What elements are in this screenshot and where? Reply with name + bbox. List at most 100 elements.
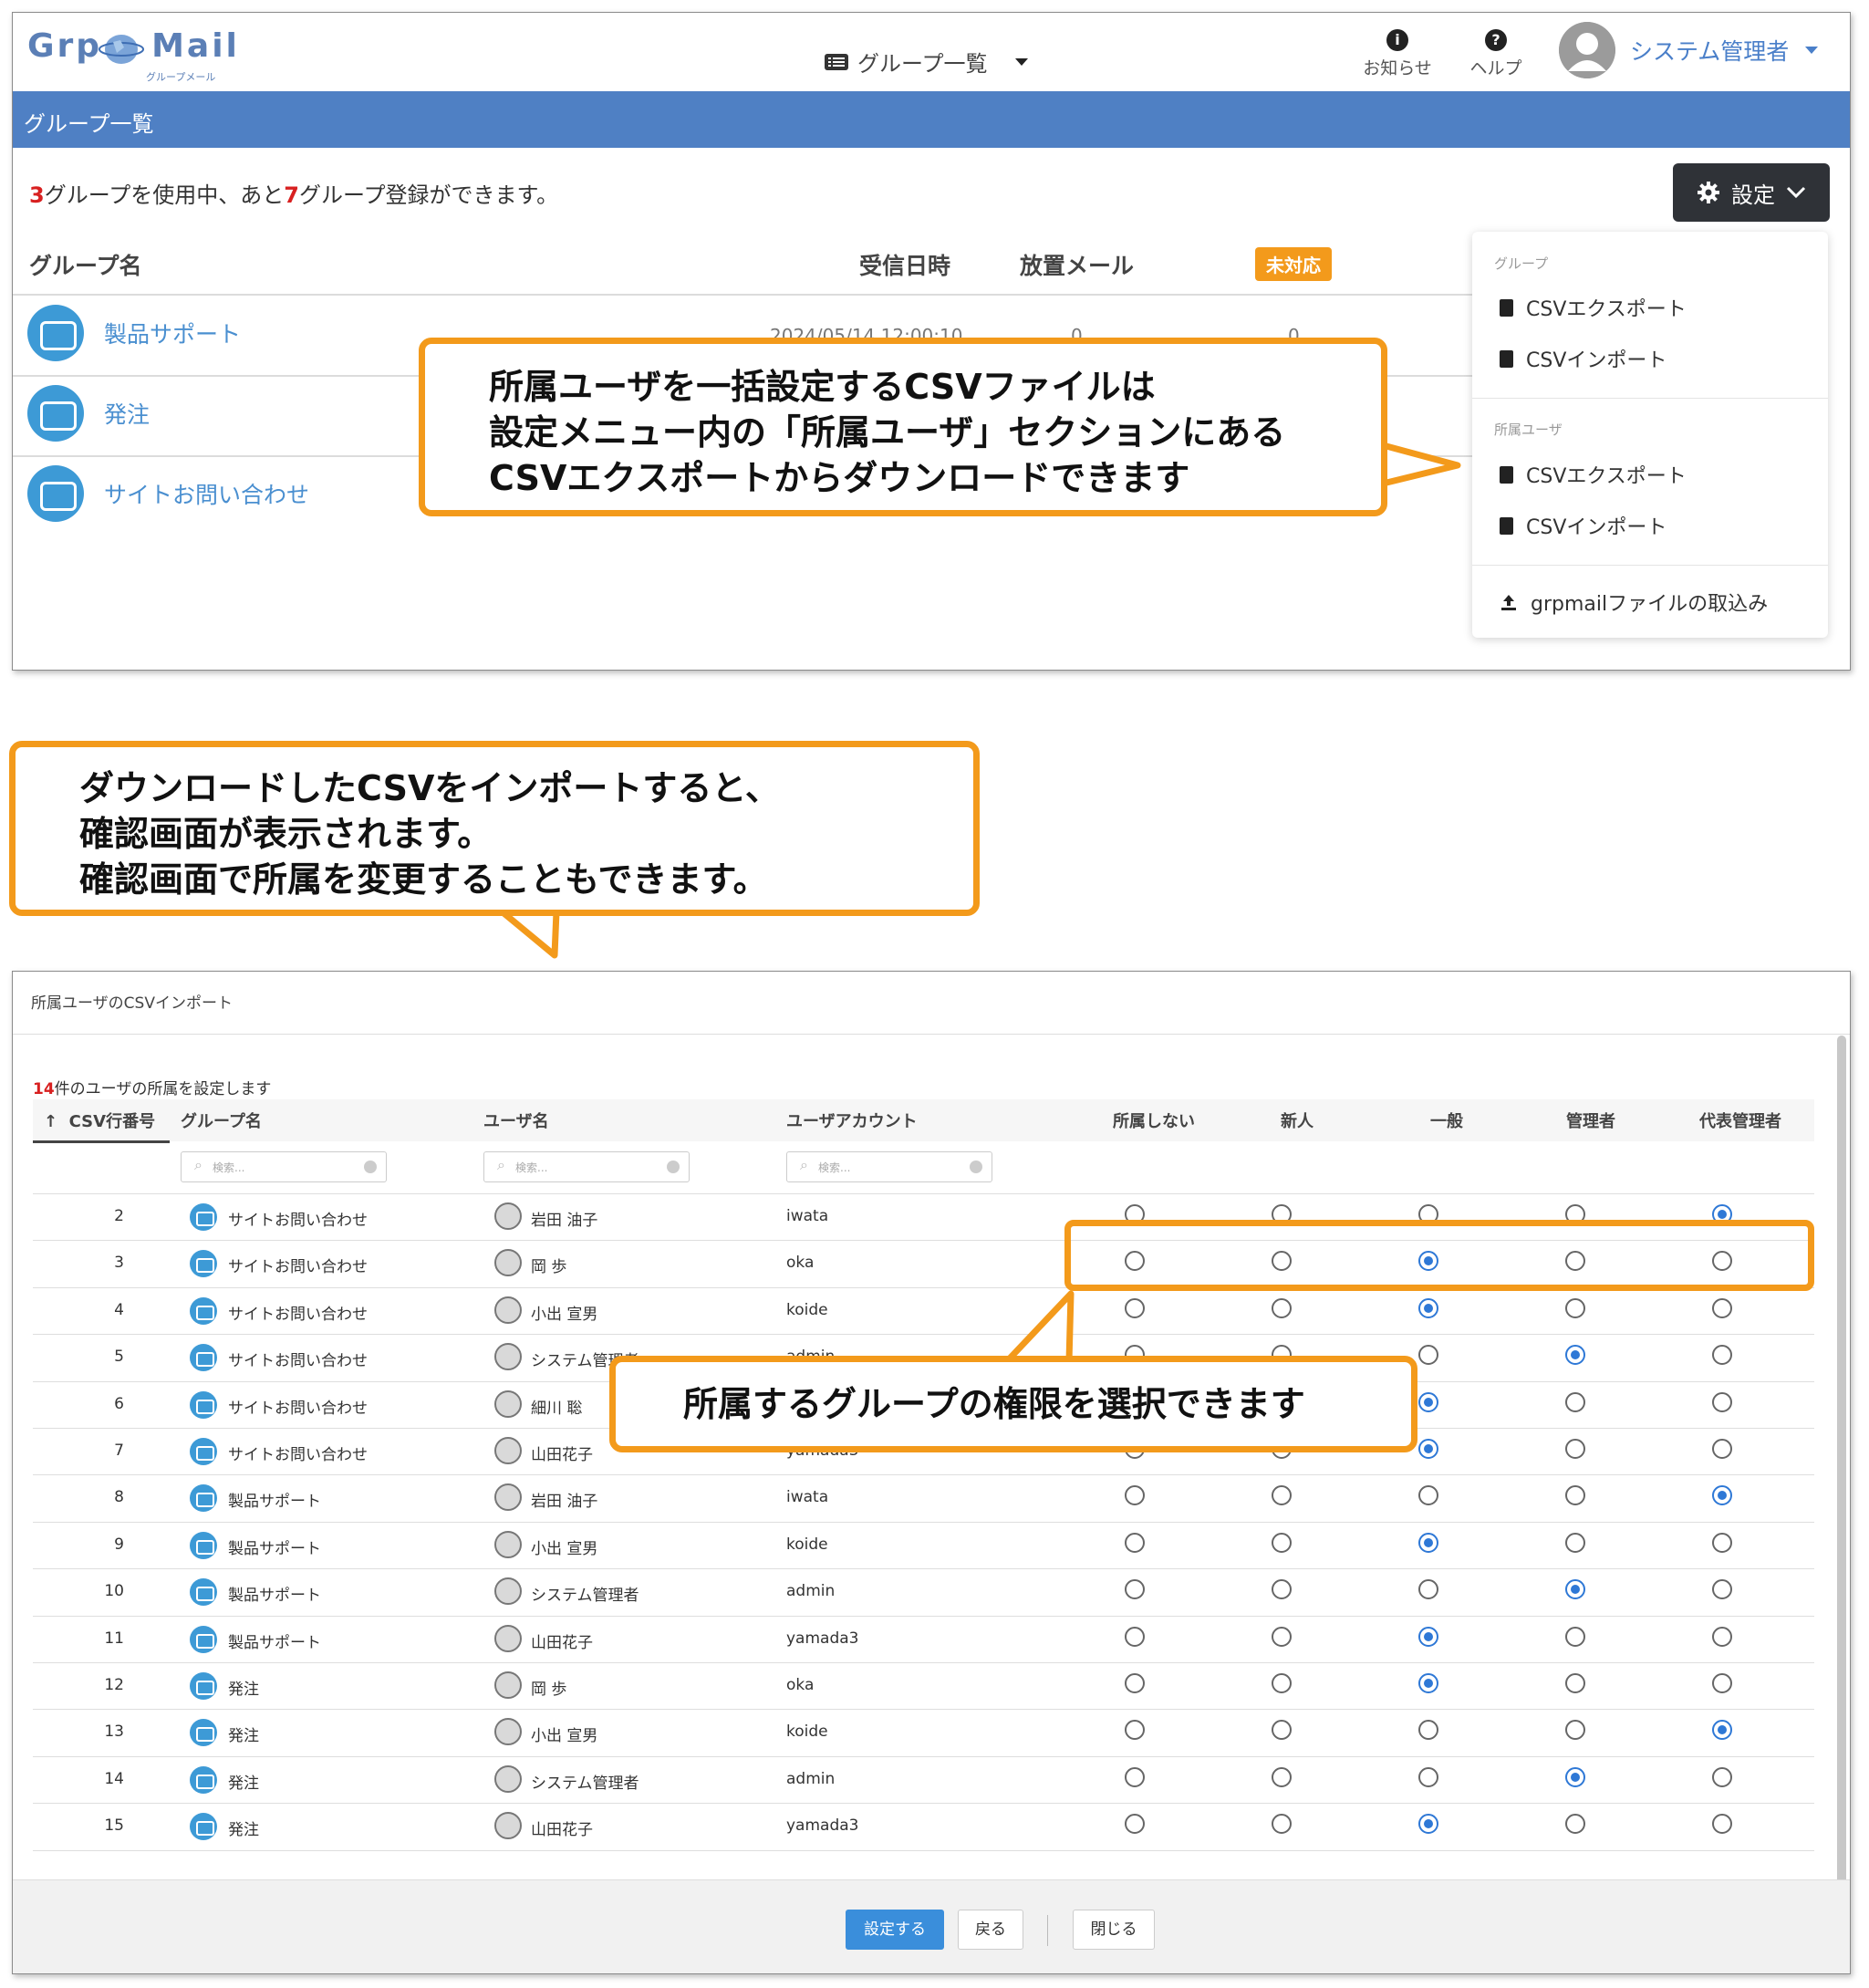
settings-button[interactable]: 設定	[1673, 163, 1830, 222]
role-radio[interactable]	[1418, 1814, 1438, 1835]
account-search-input[interactable]: 検索...	[786, 1151, 992, 1182]
role-radio[interactable]	[1125, 1720, 1145, 1741]
role-radio[interactable]	[1272, 1297, 1292, 1318]
role-radio[interactable]	[1272, 1720, 1292, 1741]
scrollbar[interactable]	[1837, 1036, 1846, 1884]
group-row[interactable]: 製品サポート	[27, 305, 241, 361]
back-button[interactable]: 戻る	[958, 1910, 1023, 1950]
group-name-link[interactable]: 発注	[104, 397, 150, 430]
role-radio[interactable]	[1712, 1391, 1732, 1412]
role-radio[interactable]	[1418, 1439, 1438, 1459]
col-none[interactable]: 所属しない	[1113, 1108, 1195, 1132]
role-radio[interactable]	[1565, 1626, 1585, 1647]
group-row[interactable]: 発注	[27, 385, 150, 442]
role-radio[interactable]	[1272, 1532, 1292, 1553]
role-radio[interactable]	[1125, 1485, 1145, 1506]
apply-button[interactable]: 設定する	[846, 1910, 944, 1950]
role-radio[interactable]	[1125, 1673, 1145, 1693]
role-radio[interactable]	[1565, 1485, 1585, 1506]
role-radio[interactable]	[1418, 1673, 1438, 1693]
role-radio[interactable]	[1712, 1579, 1732, 1600]
role-radio[interactable]	[1565, 1720, 1585, 1741]
role-radio[interactable]	[1712, 1532, 1732, 1553]
role-radio[interactable]	[1565, 1766, 1585, 1787]
role-radio[interactable]	[1272, 1814, 1292, 1835]
group-row[interactable]: サイトお問い合わせ	[27, 465, 309, 522]
notice-button[interactable]: i お知らせ	[1356, 29, 1438, 79]
role-radio[interactable]	[1272, 1626, 1292, 1647]
role-radio[interactable]	[1565, 1439, 1585, 1459]
role-radio[interactable]	[1418, 1626, 1438, 1647]
role-radio[interactable]	[1418, 1766, 1438, 1787]
role-radio[interactable]	[1418, 1720, 1438, 1741]
role-radio[interactable]	[1712, 1485, 1732, 1506]
row-user-name: 岩田 油子	[531, 1493, 598, 1512]
users-csv-import[interactable]: CSVインポート	[1500, 511, 1667, 540]
role-radio[interactable]	[1418, 1297, 1438, 1318]
role-radio[interactable]	[1125, 1814, 1145, 1835]
clear-icon[interactable]	[364, 1161, 377, 1173]
users-csv-export[interactable]: CSVエクスポート	[1500, 460, 1687, 489]
settings-label: 設定	[1731, 182, 1775, 208]
role-radio[interactable]	[1712, 1814, 1732, 1835]
role-radio[interactable]	[1418, 1579, 1438, 1600]
col-general[interactable]: 一般	[1430, 1108, 1463, 1132]
role-radio[interactable]	[1565, 1345, 1585, 1366]
group-csv-import[interactable]: CSVインポート	[1500, 344, 1667, 373]
role-radio[interactable]	[1272, 1673, 1292, 1693]
role-radio[interactable]	[1712, 1720, 1732, 1741]
role-radio[interactable]	[1125, 1297, 1145, 1318]
row-account: koide	[786, 1723, 828, 1742]
col-user[interactable]: ユーザ名	[483, 1108, 549, 1132]
group-csv-export[interactable]: CSVエクスポート	[1500, 293, 1687, 322]
role-radio[interactable]	[1565, 1532, 1585, 1553]
clear-icon[interactable]	[667, 1161, 680, 1173]
col-newbie[interactable]: 新人	[1281, 1108, 1313, 1132]
col-csv-line[interactable]: ↑ CSV行番号	[44, 1108, 155, 1132]
role-radio[interactable]	[1712, 1439, 1732, 1459]
role-radio[interactable]	[1125, 1626, 1145, 1647]
group-name-link[interactable]: サイトお問い合わせ	[104, 477, 309, 510]
col-account[interactable]: ユーザアカウント	[786, 1108, 918, 1132]
col-group-name[interactable]: グループ名	[29, 248, 142, 281]
role-radio[interactable]	[1125, 1766, 1145, 1787]
role-radio[interactable]	[1418, 1345, 1438, 1366]
role-radio[interactable]	[1418, 1532, 1438, 1553]
role-radio[interactable]	[1272, 1485, 1292, 1506]
role-radio[interactable]	[1125, 1579, 1145, 1600]
role-radio[interactable]	[1565, 1673, 1585, 1693]
user-search-input[interactable]: 検索...	[483, 1151, 690, 1182]
menu-label: CSVエクスポート	[1526, 298, 1687, 321]
group-icon	[190, 1531, 217, 1559]
col-admin[interactable]: 管理者	[1566, 1108, 1615, 1132]
role-radio[interactable]	[1418, 1391, 1438, 1412]
close-button[interactable]: 閉じる	[1073, 1910, 1155, 1950]
row-group-name: サイトお問い合わせ	[228, 1399, 368, 1418]
group-name-link[interactable]: 製品サポート	[104, 317, 241, 349]
group-icon	[190, 1438, 217, 1465]
role-radio[interactable]	[1712, 1626, 1732, 1647]
role-radio[interactable]	[1712, 1673, 1732, 1693]
role-radio[interactable]	[1565, 1814, 1585, 1835]
role-radio[interactable]	[1272, 1579, 1292, 1600]
role-radio[interactable]	[1565, 1391, 1585, 1412]
role-radio[interactable]	[1272, 1766, 1292, 1787]
role-radio[interactable]	[1712, 1345, 1732, 1366]
help-button[interactable]: ? ヘルプ	[1455, 29, 1537, 79]
role-radio[interactable]	[1418, 1485, 1438, 1506]
grpmail-logo[interactable]: Grp Mail グループメール	[27, 26, 237, 83]
role-radio[interactable]	[1565, 1297, 1585, 1318]
clear-icon[interactable]	[970, 1161, 982, 1173]
grpmail-file-import[interactable]: grpmailファイルの取込み	[1500, 588, 1768, 617]
user-menu[interactable]: システム管理者	[1559, 22, 1820, 78]
role-radio[interactable]	[1712, 1766, 1732, 1787]
group-search-input[interactable]: 検索...	[181, 1151, 387, 1182]
role-radio[interactable]	[1125, 1532, 1145, 1553]
col-rep-admin[interactable]: 代表管理者	[1699, 1108, 1781, 1132]
group-list-nav-menu[interactable]: グループ一覧	[825, 46, 1030, 78]
col-group[interactable]: グループ名	[181, 1108, 262, 1132]
role-radio[interactable]	[1712, 1297, 1732, 1318]
col-unread[interactable]: 放置メール	[1020, 248, 1134, 281]
col-received[interactable]: 受信日時	[859, 248, 950, 281]
role-radio[interactable]	[1565, 1579, 1585, 1600]
